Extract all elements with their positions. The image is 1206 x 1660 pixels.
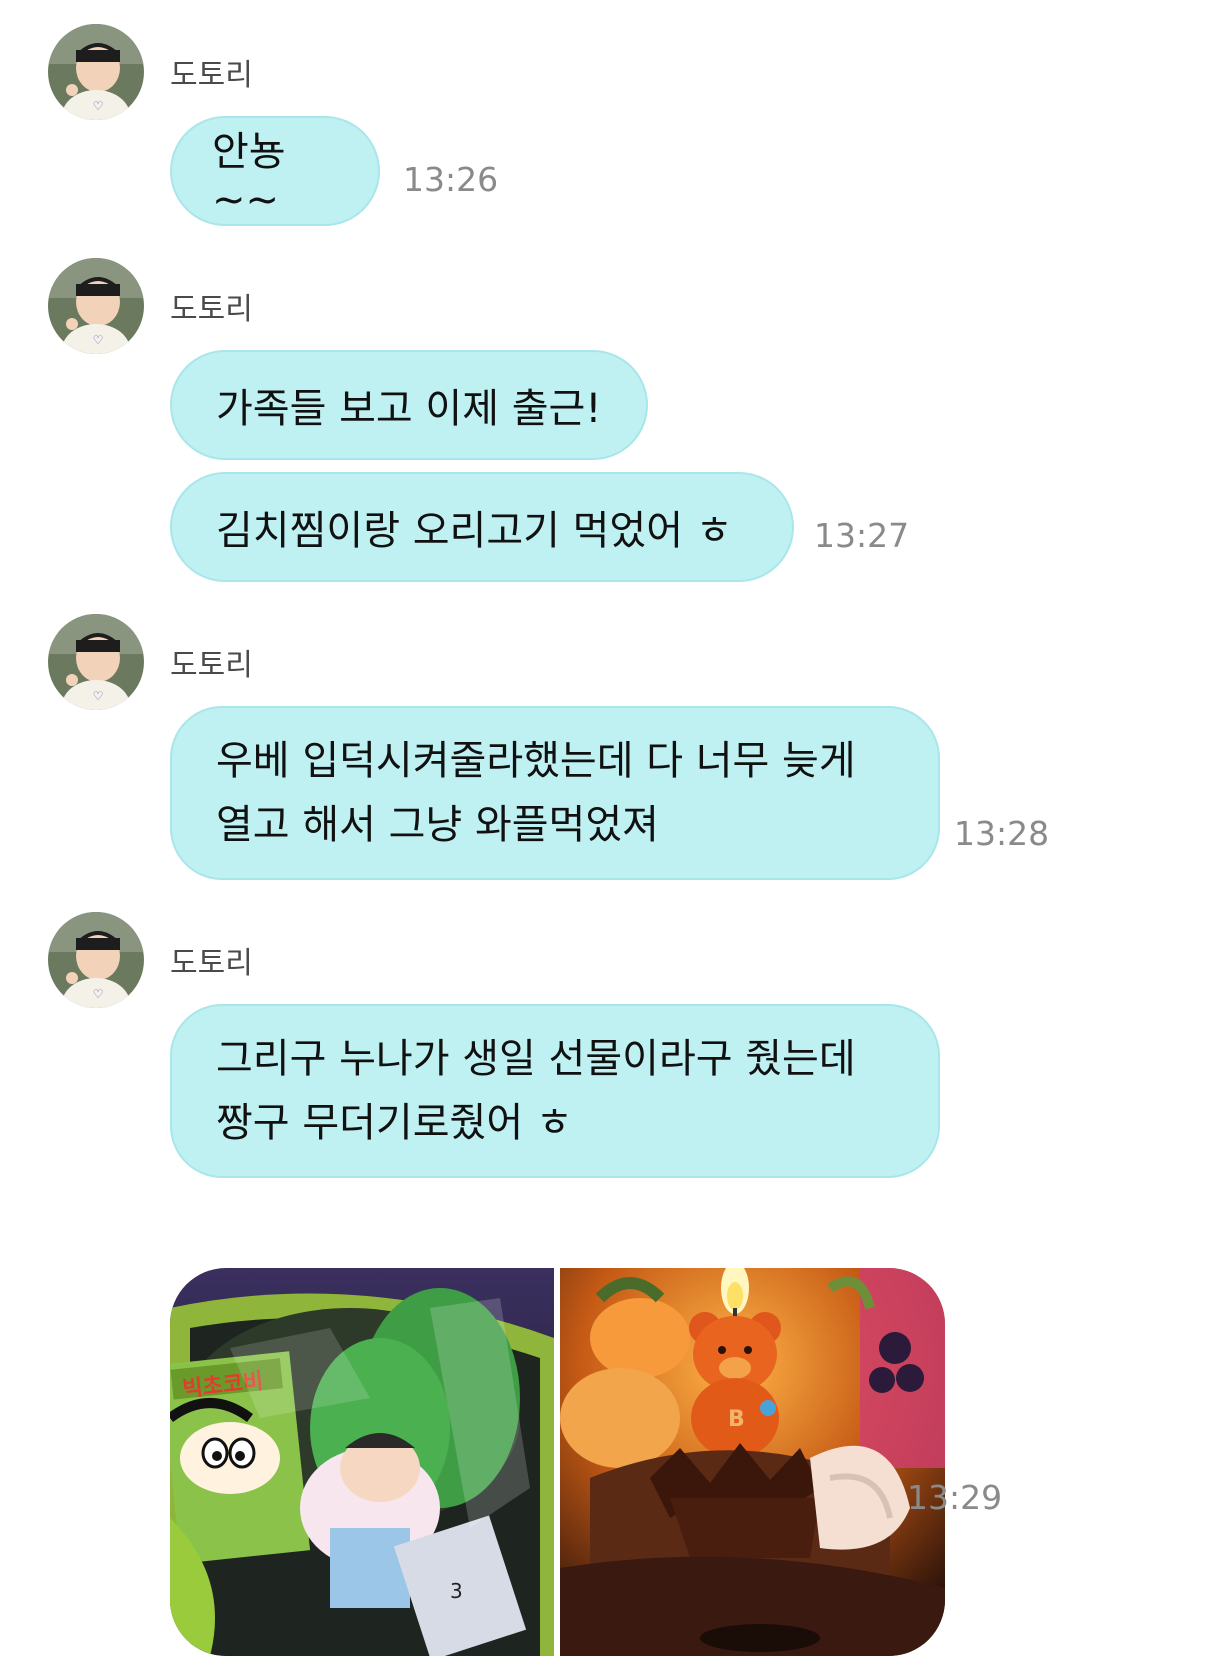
svg-text:♡: ♡: [93, 99, 104, 113]
message-bubble[interactable]: 안뇽~~: [170, 116, 380, 226]
message-time: 13:28: [954, 814, 1050, 853]
avatar-image: ♡: [48, 614, 144, 710]
gift-bag-image: 빅초코비 3: [170, 1268, 554, 1656]
svg-text:3: 3: [450, 1579, 463, 1603]
avatar-image: ♡: [48, 24, 144, 120]
message-time: 13:29: [907, 1478, 1003, 1517]
message-bubble[interactable]: 김치찜이랑 오리고기 먹었어 ㅎ: [170, 472, 794, 582]
message-time: 13:27: [814, 516, 910, 555]
gift-bag-photo[interactable]: 빅초코비 3: [170, 1268, 554, 1656]
message-time: 13:26: [403, 160, 499, 199]
sender-avatar[interactable]: ♡: [48, 614, 144, 710]
svg-text:♡: ♡: [93, 987, 104, 1001]
sender-avatar[interactable]: ♡: [48, 24, 144, 120]
sender-name: 도토리: [170, 58, 253, 93]
svg-text:B: B: [728, 1407, 745, 1432]
sender-avatar[interactable]: ♡: [48, 912, 144, 1008]
message-bubble[interactable]: 가족들 보고 이제 출근!: [170, 350, 648, 460]
cake-photo[interactable]: B: [560, 1268, 945, 1656]
sender-name: 도토리: [170, 648, 253, 683]
sender-name: 도토리: [170, 292, 253, 327]
svg-text:♡: ♡: [93, 689, 104, 703]
sender-avatar[interactable]: ♡: [48, 258, 144, 354]
photo-attachment[interactable]: 빅초코비 3 B: [170, 1268, 945, 1656]
avatar-image: ♡: [48, 912, 144, 1008]
message-bubble[interactable]: 우베 입덕시켜줄라했는데 다 너무 늦게 열고 해서 그냥 와플먹었져: [170, 706, 940, 880]
sender-name: 도토리: [170, 946, 253, 981]
svg-text:♡: ♡: [93, 333, 104, 347]
message-bubble[interactable]: 그리구 누나가 생일 선물이라구 줬는데 짱구 무더기로줬어 ㅎ: [170, 1004, 940, 1178]
cake-image: B: [560, 1268, 945, 1656]
avatar-image: ♡: [48, 258, 144, 354]
